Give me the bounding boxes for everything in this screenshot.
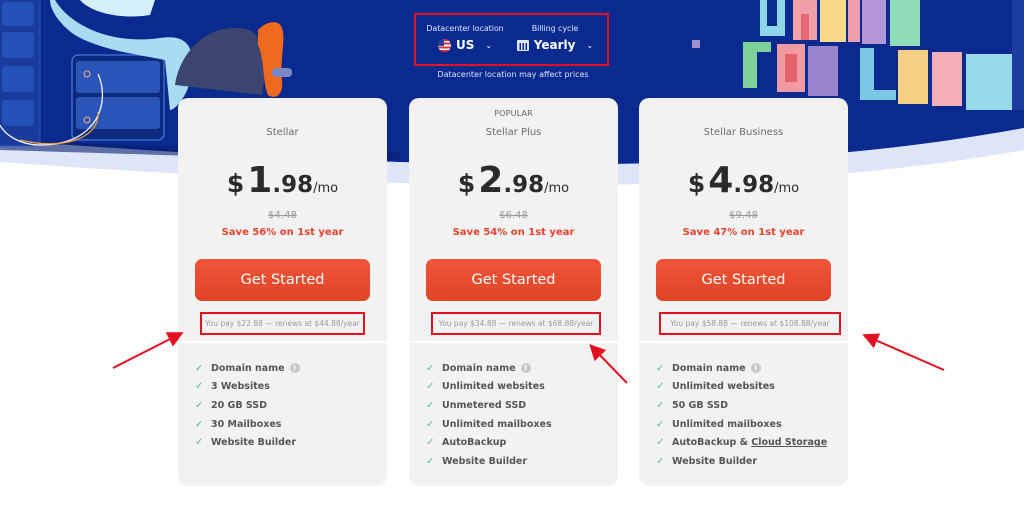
savings-text: Save 47% on 1st year: [682, 227, 805, 238]
feature-item: ✓ Unlimited mailboxes: [426, 418, 552, 430]
feature-item: ✓ Domain name i: [195, 359, 300, 378]
info-icon[interactable]: i: [289, 363, 300, 374]
price-currency: $: [226, 169, 245, 198]
check-icon: ✓: [656, 437, 665, 449]
price-period: /mo: [544, 181, 570, 196]
plan-card-stellar-business: Stellar Business $ 4 .98 /mo $9.48 Save …: [639, 98, 848, 486]
get-started-button[interactable]: Get Started: [195, 259, 370, 301]
check-icon: ✓: [426, 437, 435, 449]
location-billing-selector: Datacenter location US ⌄ Billing cycle Y…: [414, 13, 609, 66]
price-currency: $: [457, 169, 476, 198]
plan-card-stellar-plus: POPULAR Stellar Plus $ 2 .98 /mo $6.48 S…: [409, 98, 618, 486]
check-icon: ✓: [656, 362, 665, 374]
billing-cycle-dropdown[interactable]: Yearly ⌄: [512, 38, 598, 52]
feature-item: ✓ Domain name i: [656, 359, 827, 378]
feature-item: ✓ Website Builder: [195, 437, 297, 449]
price-period: /mo: [774, 181, 800, 196]
chevron-down-icon: ⌄: [586, 40, 594, 50]
savings-text: Save 56% on 1st year: [221, 227, 344, 238]
card-divider: [409, 341, 618, 343]
check-icon: ✓: [426, 455, 435, 467]
savings-text: Save 54% on 1st year: [452, 227, 575, 238]
feature-item: ✓ 30 Mailboxes: [195, 418, 282, 430]
plan-name: Stellar Plus: [485, 127, 542, 138]
check-icon: ✓: [195, 437, 204, 449]
price-period: /mo: [313, 181, 339, 196]
check-icon: ✓: [195, 418, 204, 430]
renewal-price-note: You pay $34.88 — renews at $68.88/year: [431, 312, 601, 335]
datacenter-location-dropdown[interactable]: US ⌄: [426, 38, 504, 52]
plan-price: $ 4 .98 /mo: [639, 160, 848, 201]
feature-item: ✓ Website Builder: [656, 455, 758, 467]
feature-list: ✓ Domain name i ✓ 3 Websites ✓ 20 GB SSD ✓ 30…: [195, 359, 300, 452]
feature-item: ✓ Domain name i: [426, 359, 552, 378]
cloud-storage-link[interactable]: Cloud Storage: [751, 437, 827, 448]
billing-cycle-value: Yearly: [533, 38, 576, 52]
popular-badge: POPULAR: [494, 109, 533, 118]
feature-item: ✓ Unmetered SSD: [426, 399, 527, 411]
price-integer: 4: [708, 160, 734, 201]
old-price: $9.48: [729, 210, 758, 221]
price-decimal: .98: [503, 172, 545, 198]
floating-cube: [692, 40, 700, 48]
check-icon: ✓: [426, 418, 435, 430]
check-icon: ✓: [426, 362, 435, 374]
get-started-button[interactable]: Get Started: [656, 259, 831, 301]
billing-cycle-label: Billing cycle: [531, 24, 579, 33]
check-icon: ✓: [426, 381, 435, 393]
plan-name: Stellar Business: [703, 127, 784, 138]
renewal-price-note: You pay $58.88 — renews at $108.88/year: [659, 312, 841, 335]
datacenter-location-value: US: [455, 38, 475, 52]
check-icon: ✓: [656, 381, 665, 393]
check-icon: ✓: [426, 399, 435, 411]
us-flag-icon: [437, 38, 451, 52]
check-icon: ✓: [656, 455, 665, 467]
info-icon[interactable]: i: [750, 363, 761, 374]
renewal-price-note: You pay $22.88 — renews at $44.88/year: [200, 312, 365, 335]
old-price: $6.48: [499, 210, 528, 221]
get-started-button[interactable]: Get Started: [426, 259, 601, 301]
feature-list: ✓ Domain name i ✓ Unlimited websites ✓ 50 GB…: [656, 359, 827, 471]
price-decimal: .98: [272, 172, 314, 198]
billing-cycle-group: Billing cycle Yearly ⌄: [512, 24, 598, 52]
feature-item: ✓ Website Builder: [426, 455, 528, 467]
chevron-down-icon: ⌄: [485, 40, 493, 50]
check-icon: ✓: [195, 381, 204, 393]
check-icon: ✓: [656, 399, 665, 411]
feature-item: ✓ Unlimited websites: [656, 381, 775, 393]
card-divider: [639, 341, 848, 343]
check-icon: ✓: [195, 362, 204, 374]
feature-item: ✓ 50 GB SSD: [656, 399, 729, 411]
plan-name: Stellar: [266, 127, 299, 138]
info-icon[interactable]: i: [520, 363, 531, 374]
price-decimal: .98: [733, 172, 775, 198]
feature-item: ✓ AutoBackup & Cloud Storage: [656, 437, 828, 449]
datacenter-location-group: Datacenter location US ⌄: [426, 24, 504, 52]
price-currency: $: [687, 169, 706, 198]
check-icon: ✓: [656, 418, 665, 430]
check-icon: ✓: [195, 399, 204, 411]
plan-price: $ 2 .98 /mo: [409, 160, 618, 201]
datacenter-location-label: Datacenter location: [426, 24, 504, 33]
price-integer: 1: [247, 160, 273, 201]
datacenter-price-note: Datacenter location may affect prices: [437, 70, 589, 79]
plan-price: $ 1 .98 /mo: [178, 160, 387, 201]
calendar-icon: [516, 39, 529, 51]
feature-item: ✓ Unlimited mailboxes: [656, 418, 782, 430]
feature-item: ✓ 20 GB SSD: [195, 399, 268, 411]
feature-item: ✓ 3 Websites: [195, 381, 270, 393]
price-integer: 2: [478, 160, 504, 201]
plan-card-stellar: Stellar $ 1 .98 /mo $4.48 Save 56% on 1s…: [178, 98, 387, 486]
old-price: $4.48: [268, 210, 297, 221]
card-divider: [178, 341, 387, 343]
feature-item: ✓ AutoBackup: [426, 437, 507, 449]
feature-list: ✓ Domain name i ✓ Unlimited websites ✓ Unmet…: [426, 359, 552, 471]
feature-item: ✓ Unlimited websites: [426, 381, 545, 393]
